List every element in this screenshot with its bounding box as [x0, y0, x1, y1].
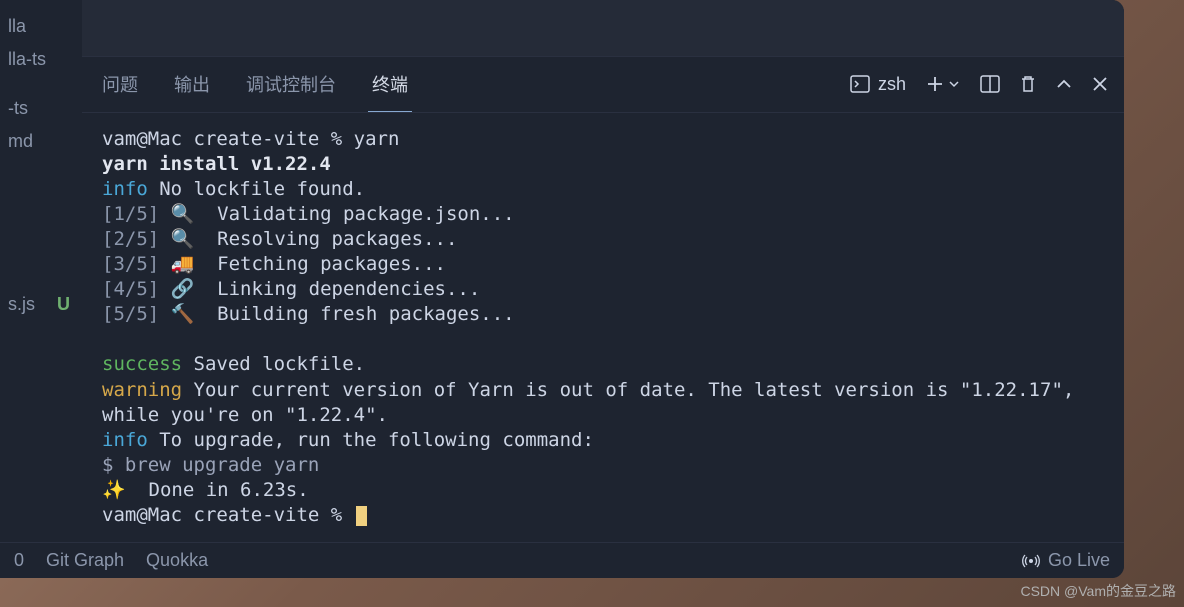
terminal-line: [3/5] 🚚 Fetching packages... [102, 252, 1104, 277]
tab-output[interactable]: 输出 [170, 57, 214, 111]
terminal-line: vam@Mac create-vite % [102, 503, 1104, 528]
tab-problems[interactable]: 问题 [98, 57, 142, 111]
status-bar: 0 Git Graph Quokka Go Live [0, 542, 1124, 578]
terminal-line: warning Your current version of Yarn is … [102, 378, 1104, 428]
terminal-line [102, 327, 1104, 352]
new-terminal-dropdown[interactable] [948, 78, 960, 90]
file-item[interactable]: -ts [0, 92, 82, 125]
file-item[interactable]: lla [0, 10, 82, 43]
tab-terminal[interactable]: 终端 [368, 57, 412, 111]
terminal-line: info No lockfile found. [102, 177, 1104, 202]
terminal-shell-indicator[interactable]: zsh [850, 74, 906, 95]
statusbar-counter[interactable]: 0 [14, 550, 24, 571]
editor-window: lla lla-ts -ts md s.js U 问题 输出 调试控制台 终端 [0, 0, 1124, 578]
kill-terminal-button[interactable] [1020, 75, 1036, 93]
maximize-panel-button[interactable] [1056, 76, 1072, 92]
watermark: CSDN @Vam的金豆之路 [1020, 581, 1176, 601]
statusbar-go-live[interactable]: Go Live [1048, 550, 1110, 571]
terminal-line: vam@Mac create-vite % yarn [102, 127, 1104, 152]
terminal-cursor [356, 506, 367, 526]
terminal-line: [4/5] 🔗 Linking dependencies... [102, 277, 1104, 302]
close-panel-button[interactable] [1092, 76, 1108, 92]
statusbar-quokka[interactable]: Quokka [146, 550, 208, 571]
bottom-panel: 问题 输出 调试控制台 终端 zsh [82, 56, 1124, 542]
terminal-line: success Saved lockfile. [102, 352, 1104, 377]
terminal-line: [5/5] 🔨 Building fresh packages... [102, 302, 1104, 327]
statusbar-git-graph[interactable]: Git Graph [46, 550, 124, 571]
terminal-line: yarn install v1.22.4 [102, 152, 1104, 177]
terminal-content[interactable]: vam@Mac create-vite % yarn yarn install … [82, 113, 1124, 542]
editor-area [82, 0, 1124, 56]
terminal-line: [1/5] 🔍 Validating package.json... [102, 202, 1104, 227]
file-item[interactable]: md [0, 125, 82, 158]
terminal-line: info To upgrade, run the following comma… [102, 428, 1104, 453]
file-status-untracked: U [57, 294, 70, 315]
file-explorer-sidebar: lla lla-ts -ts md s.js U [0, 0, 82, 542]
file-item[interactable]: s.js U [0, 288, 82, 321]
terminal-line: ✨ Done in 6.23s. [102, 478, 1104, 503]
split-terminal-button[interactable] [980, 75, 1000, 93]
terminal-line: $ brew upgrade yarn [102, 453, 1104, 478]
terminal-icon [850, 75, 870, 93]
broadcast-icon [1022, 552, 1040, 570]
tab-debug-console[interactable]: 调试控制台 [242, 57, 340, 111]
file-item[interactable]: lla-ts [0, 43, 82, 76]
new-terminal-button[interactable] [926, 75, 944, 93]
terminal-line: [2/5] 🔍 Resolving packages... [102, 227, 1104, 252]
